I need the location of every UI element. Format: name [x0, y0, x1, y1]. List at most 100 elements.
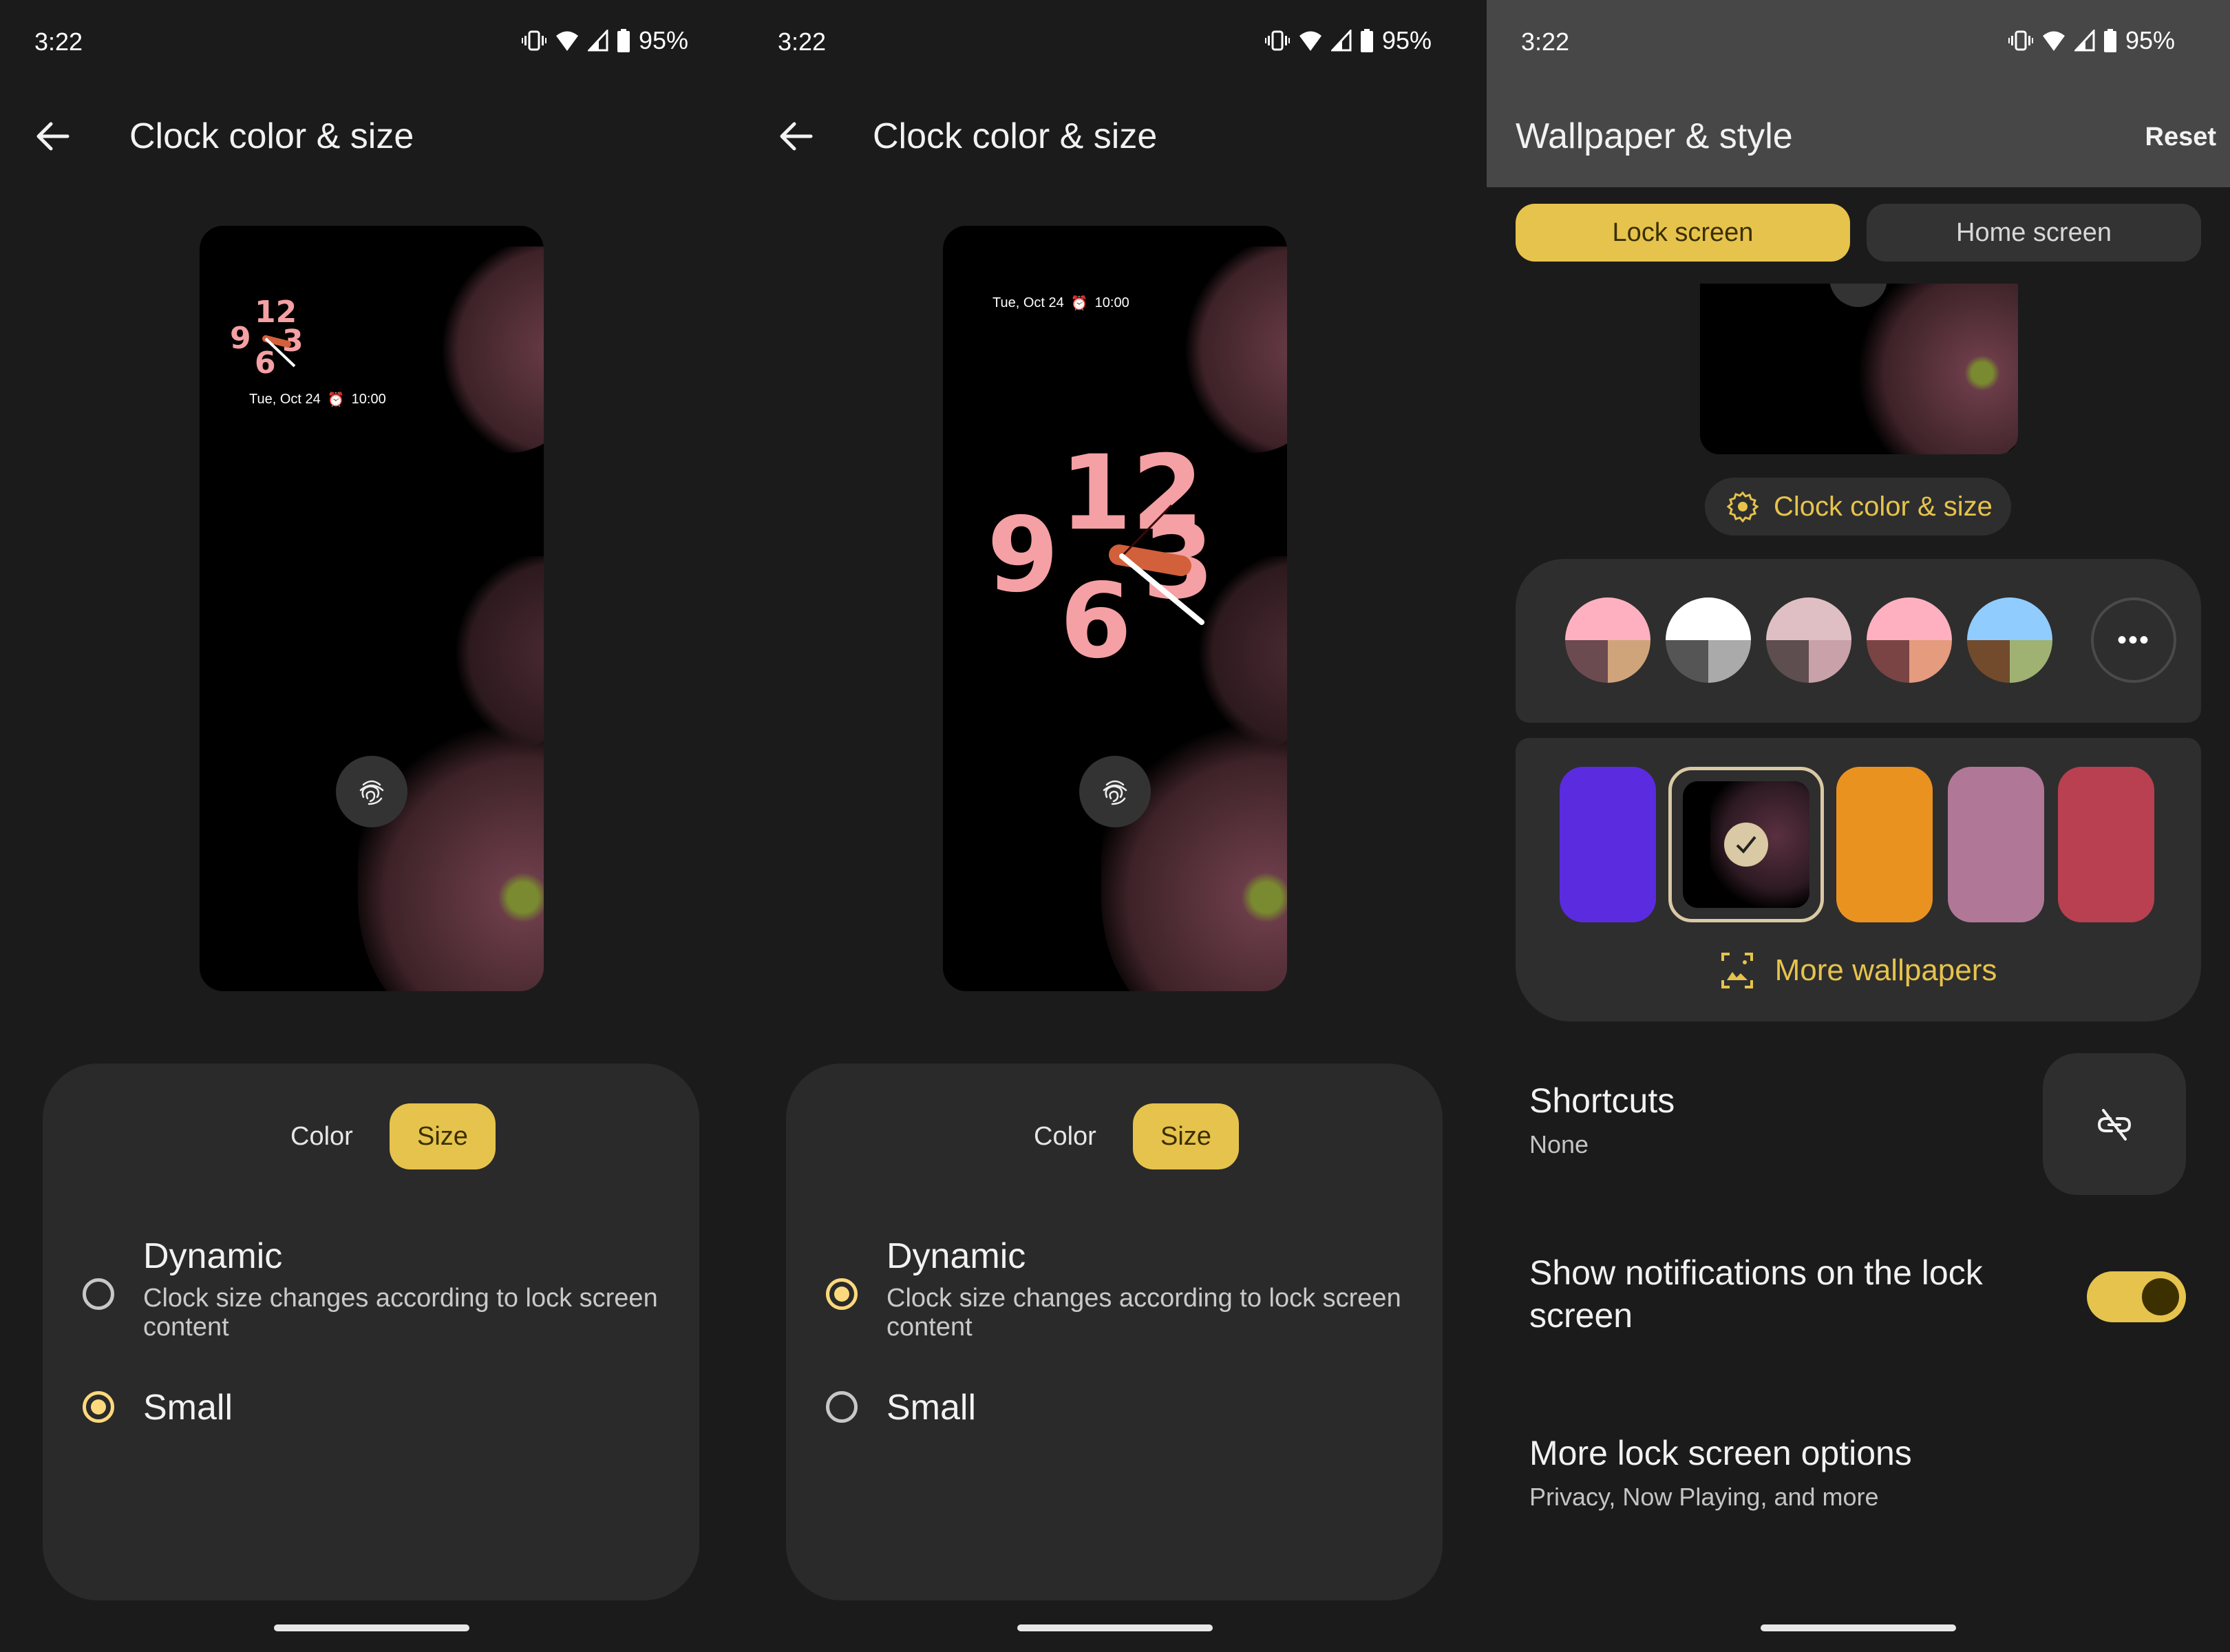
flower-image [1170, 246, 1287, 453]
clock-settings-card: Color Size Dynamic Clock size changes ac… [786, 1063, 1443, 1600]
shortcuts-value: None [1529, 1130, 1589, 1158]
wallpaper-option-5[interactable] [2058, 767, 2154, 922]
shortcuts-row[interactable]: Shortcuts None [1529, 1081, 1675, 1159]
notifications-row[interactable]: Show notifications on the lock screen [1529, 1251, 2039, 1337]
fingerprint-icon [1103, 780, 1127, 805]
alarm-clock-icon: ⏰ [327, 392, 345, 407]
reset-button[interactable]: Reset [2145, 123, 2217, 152]
back-arrow-icon[interactable] [30, 114, 74, 158]
battery-icon [1360, 29, 1373, 52]
status-bar: 3:22 95% [1487, 0, 2230, 89]
wallpaper-option-4[interactable] [1948, 767, 2044, 922]
checkmark-icon [1724, 823, 1768, 867]
more-options-subtitle: Privacy, Now Playing, and more [1529, 1483, 1879, 1511]
color-option-1[interactable] [1565, 597, 1650, 683]
swatch-tertiary [1608, 640, 1650, 683]
more-wallpapers-button[interactable]: More wallpapers [1516, 951, 2201, 990]
flower-image [427, 246, 544, 453]
vibrate-icon [1264, 30, 1290, 51]
color-option-2[interactable] [1666, 597, 1751, 683]
radio-small[interactable] [826, 1391, 858, 1423]
color-size-tabs: Color Size [786, 1103, 1443, 1169]
page-title: Clock color & size [129, 116, 414, 156]
shortcuts-title: Shortcuts [1529, 1081, 1675, 1120]
status-bar: 3:22 95% [0, 0, 743, 89]
tab-size[interactable]: Size [390, 1103, 496, 1169]
option-small[interactable]: Small [83, 1387, 233, 1428]
gear-icon [1727, 491, 1759, 522]
battery-percent: 95% [1381, 26, 1432, 54]
flower-image [358, 708, 544, 991]
option-dynamic[interactable]: Dynamic Clock size changes according to … [826, 1236, 1410, 1342]
more-options-title: More lock screen options [1529, 1434, 1912, 1472]
wallpaper-option-1[interactable] [1560, 767, 1656, 922]
more-lock-screen-options-row[interactable]: More lock screen options Privacy, Now Pl… [1529, 1433, 1912, 1512]
tab-color[interactable]: Color [1006, 1103, 1124, 1169]
wifi-icon [1299, 31, 1321, 51]
more-horiz-icon: ••• [2116, 624, 2150, 655]
color-option-5[interactable] [1967, 597, 2052, 683]
swatch-primary [1565, 597, 1650, 640]
color-option-3[interactable] [1766, 597, 1851, 683]
shortcuts-button[interactable] [2043, 1053, 2186, 1195]
date-text: Tue, Oct 24 [992, 295, 1064, 310]
battery-icon [617, 29, 630, 52]
clock-numeral-6: 6 [255, 346, 276, 377]
page-title: Clock color & size [873, 116, 1158, 156]
flower-image [1838, 284, 2018, 454]
option-dynamic-description: Clock size changes according to lock scr… [143, 1284, 658, 1342]
color-size-tabs: Color Size [43, 1103, 699, 1169]
wallpaper-thumbnail-image [1683, 781, 1809, 908]
gesture-nav-bar[interactable] [274, 1624, 469, 1631]
tab-home-screen[interactable]: Home screen [1867, 204, 2201, 262]
tab-color[interactable]: Color [263, 1103, 381, 1169]
option-dynamic[interactable]: Dynamic Clock size changes according to … [83, 1236, 666, 1342]
alarm-clock-icon: ⏰ [1070, 296, 1088, 311]
radio-small[interactable] [83, 1391, 114, 1423]
fingerprint-button [336, 756, 407, 827]
swatch-secondary [1867, 640, 1909, 683]
flower-image [447, 556, 544, 749]
color-option-4[interactable] [1867, 597, 1952, 683]
option-dynamic-label: Dynamic [886, 1236, 1026, 1276]
option-small[interactable]: Small [826, 1387, 976, 1428]
signal-icon [587, 30, 608, 52]
vibrate-icon [521, 30, 546, 51]
link-off-icon [2097, 1109, 2132, 1141]
fingerprint-button [1079, 756, 1151, 827]
color-palette-card: ••• [1516, 559, 2201, 723]
tab-lock-screen[interactable]: Lock screen [1516, 204, 1850, 262]
gesture-nav-bar[interactable] [1017, 1624, 1213, 1631]
alarm-time: 10:00 [1094, 295, 1129, 310]
tab-size[interactable]: Size [1133, 1103, 1239, 1169]
battery-percent: 95% [2125, 26, 2175, 54]
more-colors-button[interactable]: ••• [2091, 597, 2176, 683]
status-time: 3:22 [778, 28, 827, 56]
alarm-time: 10:00 [351, 392, 386, 407]
wallpaper-option-3[interactable] [1836, 767, 1933, 922]
option-small-label: Small [886, 1388, 977, 1428]
gesture-nav-bar[interactable] [1761, 1624, 1956, 1631]
back-arrow-icon[interactable] [774, 114, 818, 158]
clock-color-size-button[interactable]: Clock color & size [1705, 478, 2011, 536]
date-alarm-row: Tue, Oct 24 ⏰ 10:00 [992, 295, 1129, 312]
wifi-icon [555, 31, 578, 51]
analog-clock-large: 12 9 3 6 [991, 439, 1214, 659]
radio-dynamic[interactable] [826, 1278, 858, 1310]
date-alarm-row: Tue, Oct 24 ⏰ 10:00 [249, 391, 386, 408]
swatch-tertiary [1708, 640, 1751, 683]
notifications-toggle[interactable] [2087, 1271, 2186, 1322]
clock-settings-screen-dynamic: 3:22 95% Clock color & size Tue, Oct 24 … [743, 0, 1487, 1652]
analog-clock-small: 12 9 3 6 [230, 295, 304, 377]
vibrate-icon [2008, 30, 2033, 51]
more-wallpapers-label: More wallpapers [1774, 953, 1997, 987]
battery-icon [2103, 29, 2116, 52]
swatch-primary [1766, 597, 1851, 640]
wallpaper-option-2[interactable] [1668, 767, 1824, 922]
fingerprint-icon [359, 780, 384, 805]
radio-dynamic[interactable] [83, 1278, 114, 1310]
lock-screen-preview[interactable] [1700, 284, 2018, 454]
wallpaper-icon [1721, 953, 1753, 988]
swatch-secondary [1666, 640, 1708, 683]
swatch-primary [1666, 597, 1751, 640]
